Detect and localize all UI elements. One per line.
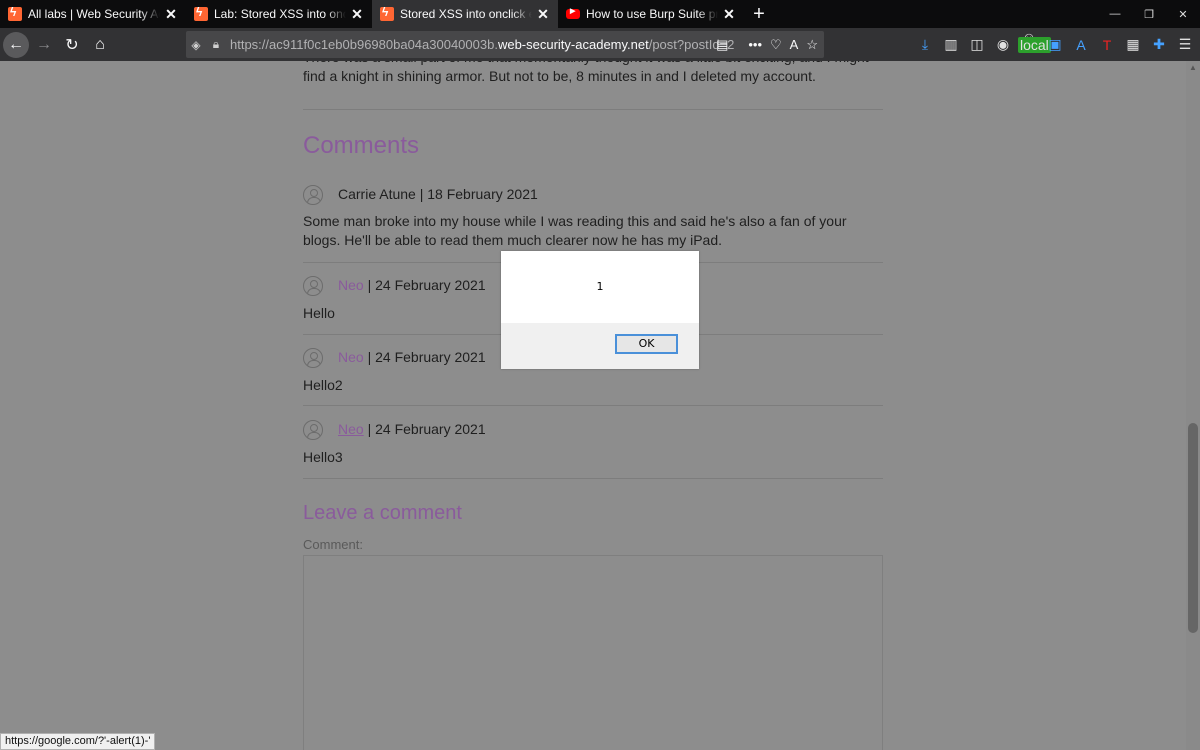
leave-comment-heading: Leave a comment: [303, 502, 462, 524]
translate-extension-icon[interactable]: ▣: [1046, 36, 1064, 53]
translate-icon[interactable]: A: [790, 37, 799, 52]
portswigger-icon: [8, 5, 22, 21]
language-extension-icon[interactable]: A: [1072, 37, 1090, 53]
divider: [303, 405, 883, 406]
avatar: [303, 420, 323, 440]
comment-author-link[interactable]: Neo: [338, 421, 364, 437]
alert-message: 1: [596, 280, 604, 293]
ok-button[interactable]: OK: [615, 334, 678, 354]
tab-title: Stored XSS into onclick event w: [400, 7, 532, 21]
account-icon[interactable]: ◉: [994, 36, 1012, 53]
page-content: There was a small part of me that moment…: [0, 61, 1186, 750]
tab-burp-projects[interactable]: How to use Burp Suite projects ✕: [558, 0, 744, 28]
restore-button[interactable]: ❐: [1132, 0, 1166, 28]
scrollbar-thumb[interactable]: [1188, 423, 1198, 633]
portswigger-icon: [194, 5, 208, 21]
tab-lab-stored-xss[interactable]: Lab: Stored XSS into onclick event ✕: [186, 0, 372, 28]
tab-stored-xss-active[interactable]: Stored XSS into onclick event w ✕: [372, 0, 558, 28]
shield-icon[interactable]: ◈: [186, 38, 206, 52]
scroll-up-icon[interactable]: ▲: [1189, 63, 1197, 72]
url-text[interactable]: https://ac911f0c1eb0b96980ba04a30040003b…: [230, 37, 734, 52]
forward-button[interactable]: →: [31, 32, 57, 58]
comment-date: | 24 February 2021: [363, 421, 486, 437]
youtube-icon: [566, 7, 580, 19]
portswigger-icon: [380, 5, 394, 21]
comment-label: Comment:: [303, 537, 363, 552]
reader-view-icon[interactable]: ▤: [716, 37, 728, 53]
tab-all-labs[interactable]: All labs | Web Security Academy ✕: [0, 0, 186, 28]
library-icon[interactable]: ▥: [942, 36, 960, 53]
comment-author-link[interactable]: Neo: [338, 349, 364, 365]
scrollbar[interactable]: ▲: [1186, 61, 1200, 750]
home-button[interactable]: ⌂: [87, 32, 113, 58]
window-controls: — ❐ ✕: [1098, 0, 1200, 28]
comment-body: Some man broke into my house while I was…: [303, 213, 847, 248]
extensions-icon[interactable]: ✚: [1150, 36, 1168, 53]
alert-footer: OK: [501, 323, 699, 369]
tab-title: All labs | Web Security Academy: [28, 7, 160, 21]
tab-title: Lab: Stored XSS into onclick event: [214, 7, 346, 21]
tab-strip: All labs | Web Security Academy ✕ Lab: S…: [0, 0, 1200, 28]
lock-icon[interactable]: 🔒︎: [206, 37, 226, 52]
avatar: [303, 185, 323, 205]
comment-author-link[interactable]: Neo: [338, 277, 364, 293]
back-button[interactable]: ←: [3, 31, 29, 58]
url-bar[interactable]: ◈ 🔒︎ https://ac911f0c1eb0b96980ba04a3004…: [186, 31, 824, 58]
page-actions-icon[interactable]: •••: [748, 37, 762, 52]
t-extension-icon[interactable]: T: [1098, 37, 1116, 53]
navigation-bar: ← → ↻ ⌂ ◈ 🔒︎ https://ac911f0c1eb0b96980b…: [0, 28, 1200, 61]
reload-button[interactable]: ↻: [59, 32, 85, 58]
close-icon[interactable]: ✕: [350, 6, 364, 23]
close-window-button[interactable]: ✕: [1166, 0, 1200, 28]
avatar: [303, 348, 323, 368]
status-bar-url: https://google.com/?'-alert(1)-': [0, 733, 156, 750]
sidebar-icon[interactable]: ◫: [968, 36, 986, 53]
minimize-button[interactable]: —: [1098, 0, 1132, 28]
menu-icon[interactable]: ☰: [1176, 36, 1194, 53]
comment-date: | 24 February 2021: [363, 349, 486, 365]
divider: [303, 109, 883, 110]
extension-local-icon[interactable]: ☺local: [1018, 29, 1051, 61]
comment-body: Hello2: [303, 377, 343, 393]
comment-author: Carrie Atune: [338, 186, 416, 202]
comments-heading: Comments: [303, 132, 420, 159]
download-icon[interactable]: ⤓: [916, 36, 934, 53]
close-icon[interactable]: ✕: [164, 6, 178, 23]
tab-title: How to use Burp Suite projects: [586, 7, 718, 21]
close-icon[interactable]: ✕: [536, 6, 550, 23]
comment-meta: Carrie Atune | 18 February 2021: [338, 186, 538, 202]
toolbar-icons: ⤓ ▥ ◫ ◉ ☺local ▣ A T ▦ ✚ ☰: [916, 28, 1194, 61]
comment-body: Hello3: [303, 449, 343, 465]
divider: [303, 478, 883, 479]
post-body-tail: There was a small part of me that moment…: [303, 61, 869, 84]
comment-date: | 24 February 2021: [363, 277, 486, 293]
avatar: [303, 276, 323, 296]
comment-meta: Neo | 24 February 2021: [338, 421, 486, 437]
comment-date: | 18 February 2021: [415, 186, 538, 202]
comment-meta: Neo | 24 February 2021: [338, 277, 486, 293]
grid-extension-icon[interactable]: ▦: [1124, 36, 1142, 53]
pocket-icon[interactable]: ♡: [770, 37, 782, 53]
comment-textarea[interactable]: [303, 555, 883, 750]
comment-meta: Neo | 24 February 2021: [338, 349, 486, 365]
alert-dialog: 1 OK: [501, 251, 699, 369]
close-icon[interactable]: ✕: [722, 6, 736, 23]
bookmark-star-icon[interactable]: ☆: [806, 37, 818, 53]
new-tab-button[interactable]: +: [744, 0, 774, 28]
